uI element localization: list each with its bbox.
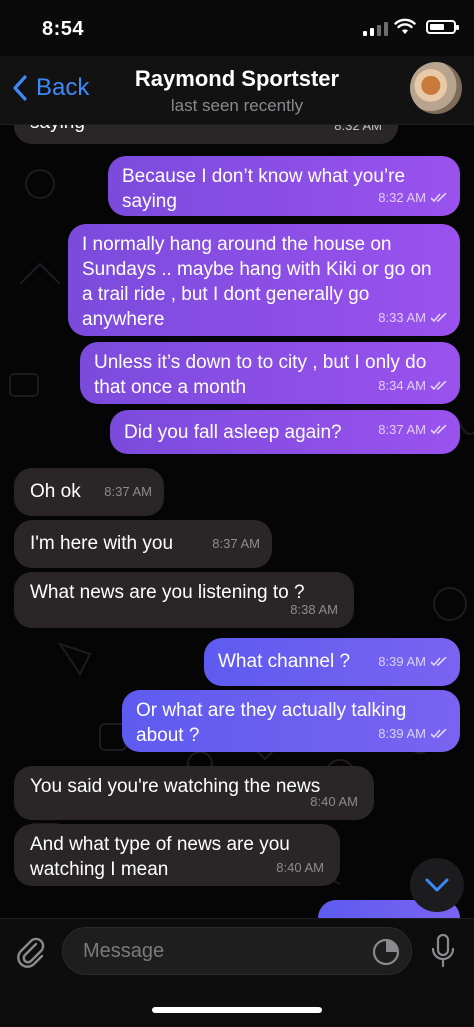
message-incoming[interactable]: And what type of news are you watching I… [14,824,340,886]
message-incoming[interactable]: What news are you listening to ? 8:38 AM [14,572,354,628]
microphone-icon[interactable] [430,933,456,969]
message-time: 8:37 AM [378,417,448,442]
message-time: 8:37 AM [212,536,260,551]
contact-avatar[interactable] [410,62,462,114]
read-checkmarks-icon [430,380,447,390]
message-input-field[interactable] [62,927,412,975]
message-time: 8:39 AM [378,649,448,674]
message-input[interactable] [81,939,345,964]
paperclip-icon[interactable] [14,935,48,969]
message-outgoing[interactable]: What channel ? 8:39 AM [204,638,460,686]
battery-icon [426,20,459,34]
wifi-icon [394,18,416,34]
message-composer [0,918,474,1027]
status-bar: 8:54 [0,0,474,56]
read-checkmarks-icon [430,424,447,434]
message-time: 8:37 AM [104,484,152,499]
message-outgoing[interactable]: saying 8:32 AM [14,124,398,144]
message-time: 8:38 AM [290,602,338,617]
message-time: 8:40 AM [310,794,358,809]
read-checkmarks-icon [430,192,447,202]
message-outgoing[interactable]: Because I don’t know what you’re saying … [108,156,460,216]
chevron-down-icon [425,878,449,892]
message-list[interactable]: saying 8:32 AM Because I don’t know what… [0,124,474,918]
message-incoming[interactable]: Oh ok 8:37 AM [14,468,164,516]
clock: 8:54 [42,18,85,40]
message-incoming[interactable]: You said you're watching the news 8:40 A… [14,766,374,820]
message-time: 8:39 AM [378,721,448,746]
sticker-icon[interactable] [371,937,401,967]
read-checkmarks-icon [430,312,447,322]
message-outgoing[interactable]: Or what are they actually talking about … [122,690,460,752]
message-incoming[interactable]: I'm here with you 8:37 AM [14,520,272,568]
home-indicator [152,1007,322,1013]
read-checkmarks-icon [430,728,447,738]
message-time: 8:32 AM [334,124,382,133]
cellular-signal-icon [363,22,388,36]
message-time: 8:34 AM [378,373,448,398]
last-seen-status: last seen recently [170,96,304,115]
scroll-to-bottom-button[interactable] [410,858,464,912]
contact-name[interactable]: Raymond Sportster [0,66,474,92]
message-outgoing[interactable]: Unless it’s down to to city , but I only… [80,342,460,404]
message-time: 8:40 AM [276,860,324,875]
message-outgoing[interactable]: Did you fall asleep again? 8:37 AM [110,410,460,454]
message-time: 8:32 AM [378,185,448,210]
message-time: 8:33 AM [378,305,448,330]
chat-header: Back Raymond Sportster last seen recentl… [0,56,474,125]
message-outgoing[interactable]: I normally hang around the house on Sund… [68,224,460,336]
read-checkmarks-icon [430,656,447,666]
